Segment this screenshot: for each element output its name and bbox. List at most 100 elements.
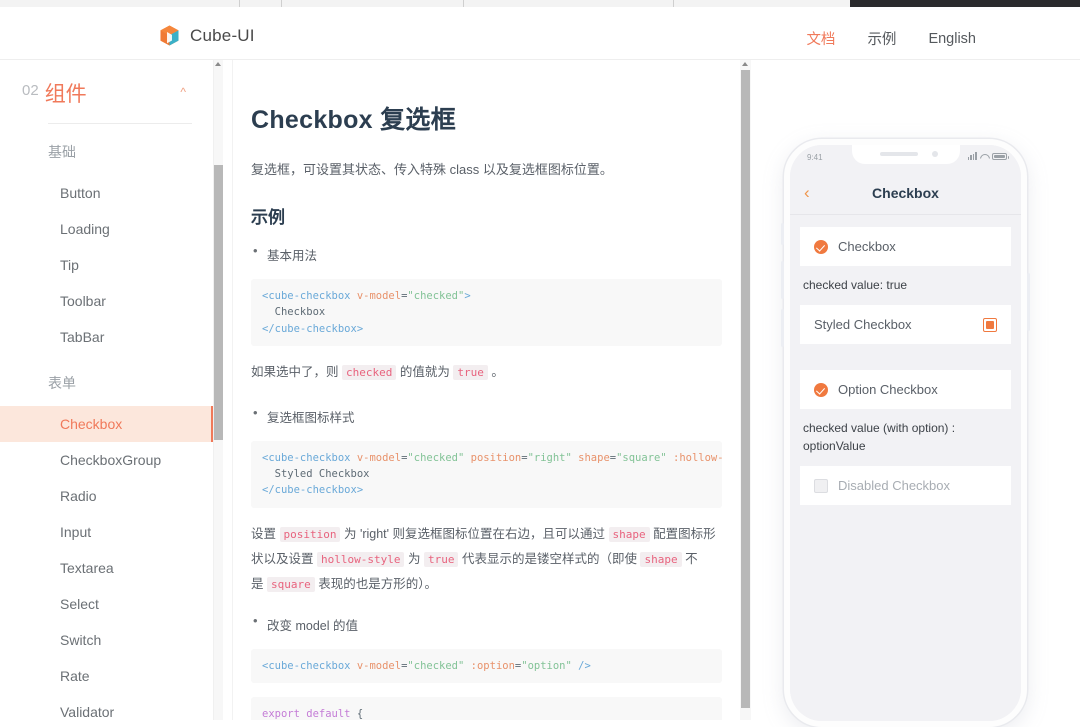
nav-link-english[interactable]: English [928,31,976,47]
code-attr: v-model [356,659,402,672]
inline-code-checked: checked [342,364,397,380]
checkbox-label: Option Checkbox [838,382,938,398]
phone-navbar: ‹ Checkbox [790,173,1021,215]
sidebar-item-button[interactable]: Button [0,175,213,211]
checkbox-checked-icon[interactable] [814,239,828,254]
code-tag: <cube-checkbox [262,451,357,464]
checkbox-disabled-icon [814,478,828,493]
phone-body: Checkbox checked value: true Styled Chec… [790,215,1021,721]
sidebar-scrollbar[interactable] [214,60,223,720]
code-tag: <cube-checkbox [262,659,357,672]
phone-volume-down-button [781,309,784,347]
doc-scrollbar[interactable] [740,60,751,720]
para-text: 为 'right' 则复选框图标位置在右边，且可以通过 [343,526,606,541]
sidebar-item-select[interactable]: Select [0,586,213,622]
phone-camera [931,151,938,157]
code-attr: :hollow-style [673,451,722,464]
status-icons [967,152,1009,160]
browser-tab-strip [0,0,1080,7]
sidebar-item-input[interactable]: Input [0,514,213,550]
list-item: 基本用法 <cube-checkbox v-model="checked"> C… [251,243,722,385]
phone-screen: 9:41 ‹ Checkbox Checkbox checked value: … [790,145,1021,721]
code-block-styled: <cube-checkbox v-model="checked" positio… [251,440,722,508]
sidebar-item-validator[interactable]: Validator [0,694,213,720]
phone-nav-title: Checkbox [872,185,939,201]
sidebar-group-components[interactable]: 02 组件 ^ [0,64,213,111]
sidebar-item-loading[interactable]: Loading [0,211,213,247]
sidebar-item-switch[interactable]: Switch [0,622,213,658]
sidebar-item-toolbar[interactable]: Toolbar [0,283,213,319]
example-label-icon-style: 复选框图标样式 [267,410,355,425]
browser-tab[interactable] [0,0,240,7]
sidebar-scrollbar-thumb[interactable] [214,165,223,440]
cube-logo-icon [160,25,179,46]
browser-tab[interactable] [240,0,282,7]
para-text: 的值就为 [399,364,450,379]
sidebar: 单例模式 02 组件 ^ 基础 Button Loading Tip Toolb… [0,60,214,720]
code-attr: v-model [356,451,402,464]
code-block-basic: <cube-checkbox v-model="checked"> Checkb… [251,279,722,346]
browser-tab[interactable] [464,0,674,7]
section-heading-examples: 示例 [251,208,285,228]
phone-mockup: 9:41 ‹ Checkbox Checkbox checked value: … [781,139,1030,727]
sidebar-section-heading-basic: 基础 [48,144,76,160]
inline-code-square: square [267,576,315,592]
sidebar-item-tip[interactable]: Tip [0,247,213,283]
brand-name: Cube-UI [190,25,255,45]
code-attr: position [470,451,522,464]
code-value: "square" [616,451,667,464]
wifi-icon [980,153,989,160]
sidebar-item-rate[interactable]: Rate [0,658,213,694]
demo-checkbox-option[interactable]: Option Checkbox [800,370,1011,410]
code-keyword: export default [262,707,351,720]
code-value: "option" [521,659,572,672]
sidebar-section-heading-form: 表单 [48,375,76,391]
sidebar-item-tabbar[interactable]: TabBar [0,319,213,355]
inline-code-hollow-style: hollow-style [317,551,405,567]
sidebar-item-textarea[interactable]: Textarea [0,550,213,586]
doc-content: Checkbox 复选框 复选框，可设置其状态、传入特殊 class 以及复选框… [232,60,740,720]
demo-checkbox-basic[interactable]: Checkbox [800,227,1011,266]
nav-link-examples[interactable]: 示例 [867,28,896,49]
checkbox-checked-icon[interactable] [814,382,828,397]
nav-link-docs[interactable]: 文档 [806,28,835,49]
doc-scrollbar-thumb[interactable] [741,70,750,708]
demo-note-option-value: checked value (with option) : optionValu… [803,421,956,453]
scroll-up-arrow-icon[interactable] [742,62,748,66]
inline-code-shape: shape [608,526,650,542]
signal-bars-icon [967,152,977,160]
scroll-up-arrow-icon[interactable] [215,62,221,66]
code-value: "checked" [407,451,465,464]
sidebar-item-checkbox[interactable]: Checkbox [0,406,213,442]
sidebar-item-radio[interactable]: Radio [0,478,213,514]
checkbox-square-hollow-icon[interactable] [983,317,997,332]
chevron-up-icon[interactable]: ^ [180,85,186,99]
inline-code-true: true [423,551,459,567]
para-text: 代表显示的是镂空样式的（即使 [461,551,637,566]
inline-code-true: true [453,364,488,380]
sidebar-group-title: 组件 [44,83,87,106]
code-value: "checked" [407,290,465,303]
list-item: 复选框图标样式 <cube-checkbox v-model="checked"… [251,405,722,597]
demo-checkbox-styled[interactable]: Styled Checkbox [800,305,1011,345]
para-text: 。 [491,364,504,379]
brand[interactable]: Cube-UI [158,24,255,47]
phone-preview-area: 9:41 ‹ Checkbox Checkbox checked value: … [751,60,1080,727]
checkbox-label: Checkbox [838,239,896,254]
status-time: 9:41 [807,153,823,162]
site-header: Cube-UI 文档 示例 English [0,7,1080,60]
code-tag-close: > [464,290,471,303]
code-value: "right" [527,451,572,464]
phone-notch [851,145,960,164]
paragraph-checked-true: 如果选中了，则 checked 的值就为 true 。 [251,360,722,385]
page-description: 复选框，可设置其状态、传入特殊 class 以及复选框图标位置。 [251,162,613,177]
code-text: Checkbox [262,306,326,319]
browser-tab[interactable] [282,0,464,7]
para-text: 设置 [251,526,277,541]
code-block-script: export default { data() { return { check… [251,696,722,720]
sidebar-item-checkboxgroup[interactable]: CheckboxGroup [0,442,213,478]
code-text: Styled Checkbox [262,468,370,481]
code-block-option: <cube-checkbox v-model="checked" :option… [251,648,722,683]
list-item: 改变 model 的值 <cube-checkbox v-model="chec… [251,613,722,720]
sidebar-group-number: 02 [22,82,39,99]
